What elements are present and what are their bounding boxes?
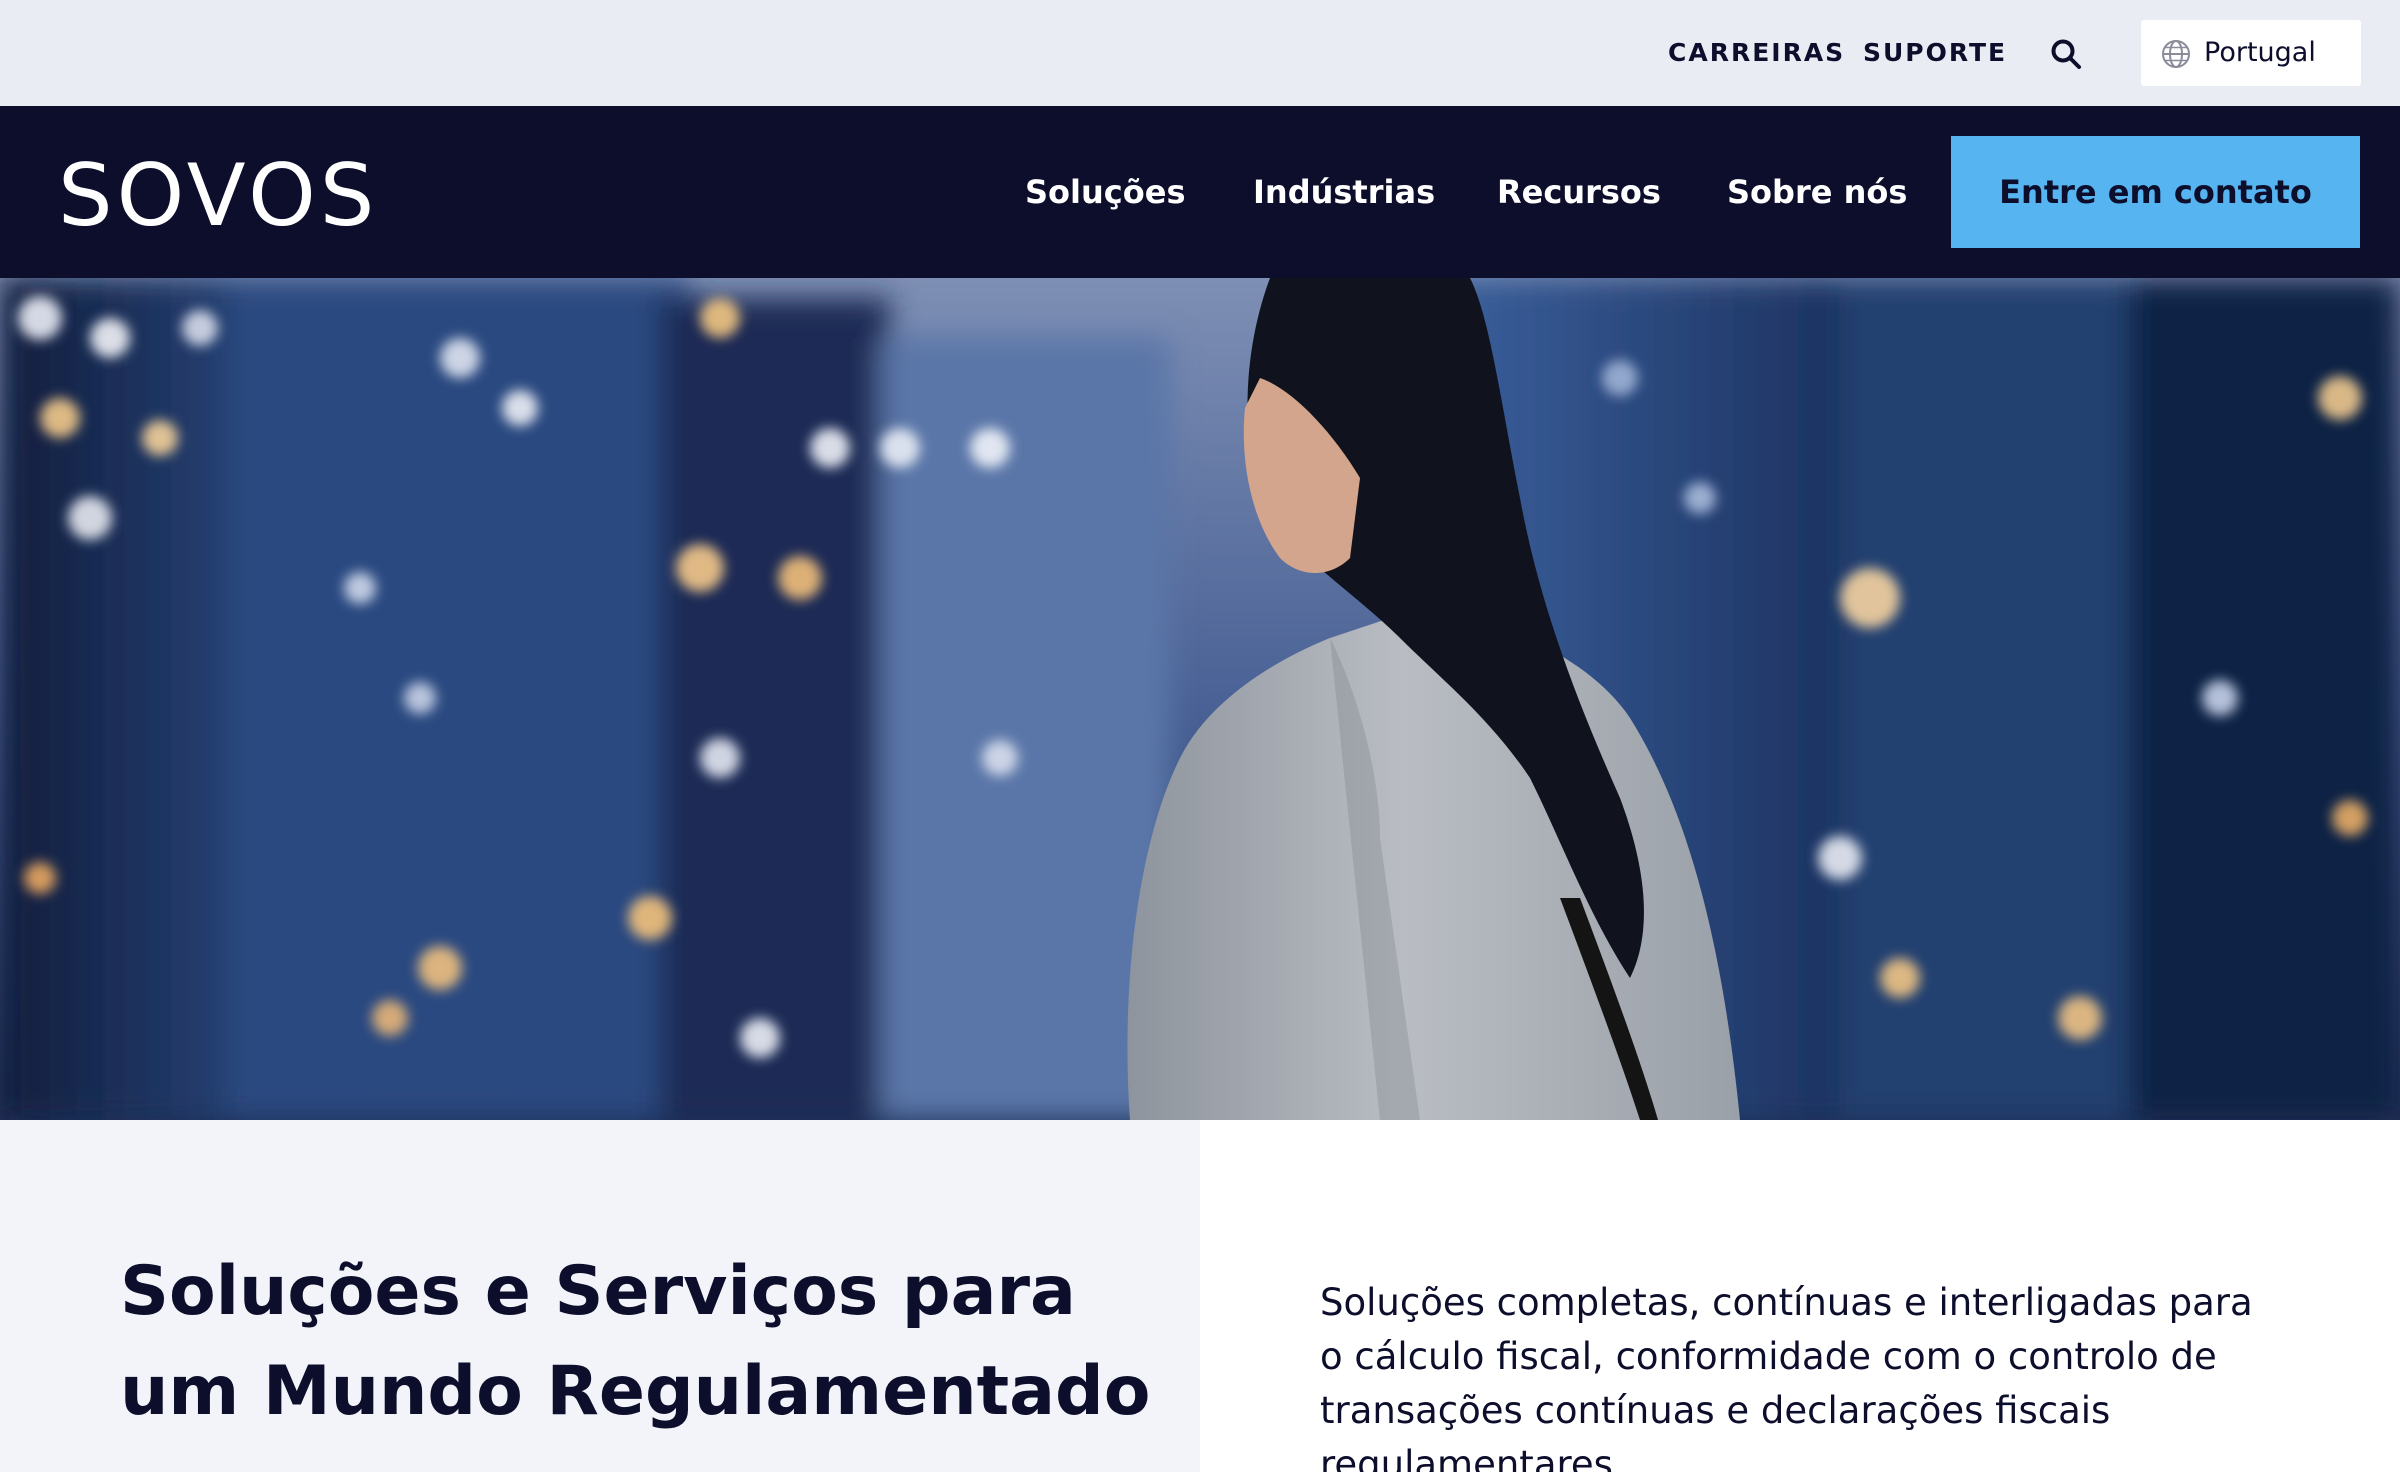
hero-description: Soluções completas, contínuas e interlig… (1320, 1281, 2253, 1472)
language-selector[interactable]: Portugal (2141, 20, 2361, 86)
description-panel: Soluções completas, contínuas e interlig… (1200, 1120, 2400, 1472)
nav-item-recursos[interactable]: Recursos (1497, 172, 1661, 212)
headline-panel: Soluções e Serviços para um Mundo Regula… (0, 1120, 1200, 1472)
support-link[interactable]: SUPORTE (1863, 36, 2007, 70)
globe-icon (2161, 39, 2191, 69)
sovos-logo[interactable]: SOVOS (58, 146, 378, 246)
nav-item-industrias[interactable]: Indústrias (1253, 172, 1435, 212)
search-icon[interactable] (2050, 38, 2082, 70)
nav-item-solucoes[interactable]: Soluções (1025, 172, 1185, 212)
hero-image (0, 278, 2400, 1120)
page-title: Soluções e Serviços para um Mundo Regula… (120, 1252, 1151, 1431)
careers-link[interactable]: CARREIRAS (1668, 36, 1845, 70)
main-nav: SOVOS Soluções Indústrias Recursos Sobre… (0, 106, 2400, 278)
nav-item-sobre-nos[interactable]: Sobre nós (1727, 172, 1907, 212)
language-label: Portugal (2204, 37, 2316, 68)
utility-bar: CARREIRAS SUPORTE Portugal (0, 0, 2400, 106)
contact-button[interactable]: Entre em contato (1951, 136, 2360, 248)
